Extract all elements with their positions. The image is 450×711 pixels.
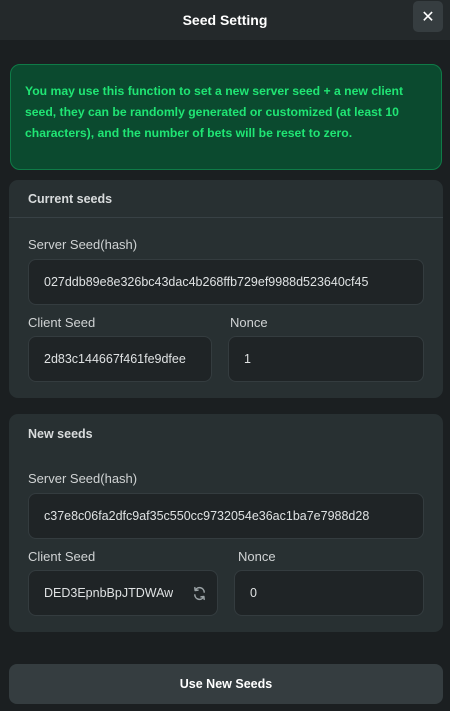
new-client-seed-field[interactable]: DED3EpnbBpJTDWAw: [28, 570, 218, 616]
use-new-seeds-button[interactable]: Use New Seeds: [9, 664, 443, 704]
new-nonce-label: Nonce: [238, 549, 276, 564]
current-client-seed-label: Client Seed: [28, 315, 96, 330]
info-notice: You may use this function to set a new s…: [10, 64, 442, 170]
current-server-seed-value: 027ddb89e8e326bc43dac4b268ffb729ef9988d5…: [44, 275, 369, 289]
new-nonce-value: 0: [250, 586, 257, 600]
new-server-seed-field[interactable]: c37e8c06fa2dfc9af35c550cc9732054e36ac1ba…: [28, 493, 424, 539]
close-icon: ✕: [421, 8, 435, 26]
dialog-title: Seed Setting: [182, 12, 268, 28]
refresh-icon[interactable]: [191, 585, 207, 601]
new-seeds-title: New seeds: [28, 427, 93, 441]
new-client-seed-label: Client Seed: [28, 549, 96, 564]
current-nonce-label: Nonce: [230, 315, 268, 330]
new-server-seed-label: Server Seed(hash): [28, 471, 138, 486]
current-nonce-field[interactable]: 1: [228, 336, 424, 382]
new-server-seed-value: c37e8c06fa2dfc9af35c550cc9732054e36ac1ba…: [44, 509, 370, 523]
dialog-header: Seed Setting ✕: [0, 0, 450, 40]
current-seeds-title: Current seeds: [9, 180, 443, 218]
new-nonce-field[interactable]: 0: [234, 570, 424, 616]
use-new-seeds-label: Use New Seeds: [179, 677, 273, 691]
current-server-seed-field[interactable]: 027ddb89e8e326bc43dac4b268ffb729ef9988d5…: [28, 259, 424, 305]
current-client-seed-field[interactable]: 2d83c144667f461fe9dfee: [28, 336, 212, 382]
current-nonce-value: 1: [244, 352, 251, 366]
close-button[interactable]: ✕: [413, 1, 443, 32]
new-client-seed-value: DED3EpnbBpJTDWAw: [44, 586, 174, 600]
notice-text: You may use this function to set a new s…: [25, 84, 404, 140]
new-seeds-panel: New seeds Server Seed(hash) c37e8c06fa2d…: [9, 414, 443, 632]
current-client-seed-value: 2d83c144667f461fe9dfee: [44, 352, 186, 366]
current-server-seed-label: Server Seed(hash): [28, 237, 138, 252]
current-seeds-panel: Current seeds Server Seed(hash) 027ddb89…: [9, 180, 443, 398]
